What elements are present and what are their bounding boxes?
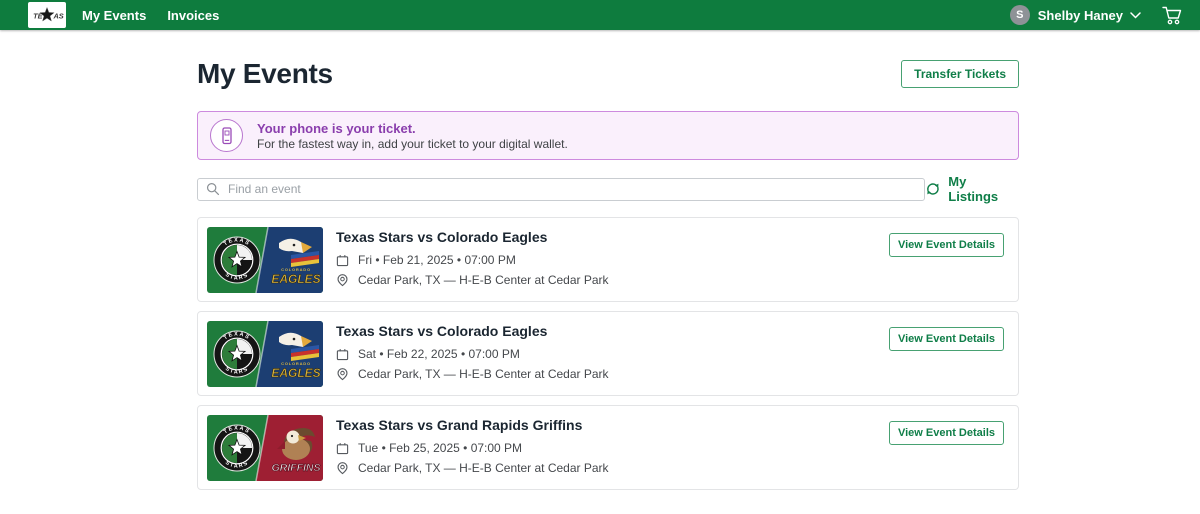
search-input[interactable]: [226, 181, 916, 197]
event-location: Cedar Park, TX — H-E-B Center at Cedar P…: [358, 367, 609, 381]
calendar-icon: [336, 442, 349, 455]
page-header: My Events Transfer Tickets: [197, 58, 1019, 90]
nav-link-invoices[interactable]: Invoices: [167, 8, 219, 23]
event-datetime: Sat • Feb 22, 2025 • 07:00 PM: [358, 347, 520, 361]
svg-text:EAGLES: EAGLES: [271, 366, 320, 380]
wallet-banner: Your phone is your ticket. For the faste…: [197, 111, 1019, 160]
texas-stars-logo-icon: TE AS: [29, 3, 65, 27]
event-card: TEXAS STARS COLORADO EAGL: [197, 217, 1019, 302]
view-event-details-button[interactable]: View Event Details: [889, 327, 1004, 351]
banner-text: Your phone is your ticket. For the faste…: [257, 121, 568, 151]
main-content: My Events Transfer Tickets Your phone is…: [197, 58, 1019, 490]
event-thumbnail-stars-vs-eagles: TEXAS STARS COLORADO EAGL: [207, 227, 323, 293]
event-datetime: Tue • Feb 25, 2025 • 07:00 PM: [358, 441, 522, 455]
event-card: TEXAS STARS COLORADO EAGL: [197, 311, 1019, 396]
event-thumbnail-stars-vs-griffins: TEXAS STARS GRIFFINS: [207, 415, 323, 481]
location-pin-icon: [336, 273, 349, 287]
svg-text:AS: AS: [52, 12, 63, 21]
my-listings-link[interactable]: My Listings: [925, 174, 1019, 204]
svg-text:EAGLES: EAGLES: [271, 272, 320, 286]
location-pin-icon: [336, 367, 349, 381]
chevron-down-icon[interactable]: [1130, 12, 1141, 19]
navbar-right: S Shelby Haney: [1010, 3, 1186, 28]
calendar-icon: [336, 348, 349, 361]
texas-stars-logo[interactable]: TE AS: [28, 2, 66, 28]
event-location: Cedar Park, TX — H-E-B Center at Cedar P…: [358, 461, 609, 475]
banner-title: Your phone is your ticket.: [257, 121, 568, 136]
view-event-details-button[interactable]: View Event Details: [889, 233, 1004, 257]
event-location-row: Cedar Park, TX — H-E-B Center at Cedar P…: [336, 273, 609, 287]
banner-subtitle: For the fastest way in, add your ticket …: [257, 138, 568, 151]
event-datetime: Fri • Feb 21, 2025 • 07:00 PM: [358, 253, 516, 267]
event-info: Texas Stars vs Colorado Eagles Fri • Feb…: [336, 227, 609, 292]
top-navbar: TE AS My Events Invoices S Shelby Haney: [0, 0, 1200, 30]
event-datetime-row: Tue • Feb 25, 2025 • 07:00 PM: [336, 441, 609, 455]
svg-text:GRIFFINS: GRIFFINS: [272, 462, 321, 474]
search-icon: [206, 182, 220, 196]
calendar-icon: [336, 254, 349, 267]
event-list: TEXAS STARS COLORADO EAGL: [197, 217, 1019, 490]
shopping-cart-icon[interactable]: [1159, 3, 1186, 28]
event-datetime-row: Fri • Feb 21, 2025 • 07:00 PM: [336, 253, 609, 267]
event-location: Cedar Park, TX — H-E-B Center at Cedar P…: [358, 273, 609, 287]
phone-ticket-icon: [210, 119, 243, 152]
event-info: Texas Stars vs Colorado Eagles Sat • Feb…: [336, 321, 609, 386]
event-location-row: Cedar Park, TX — H-E-B Center at Cedar P…: [336, 461, 609, 475]
event-card: TEXAS STARS GRIFFINS: [197, 405, 1019, 490]
location-pin-icon: [336, 461, 349, 475]
avatar[interactable]: S: [1010, 5, 1030, 25]
event-location-row: Cedar Park, TX — H-E-B Center at Cedar P…: [336, 367, 609, 381]
event-title: Texas Stars vs Colorado Eagles: [336, 323, 609, 339]
transfer-tickets-button[interactable]: Transfer Tickets: [901, 60, 1019, 88]
event-info: Texas Stars vs Grand Rapids Griffins Tue…: [336, 415, 609, 480]
page-title: My Events: [197, 58, 333, 90]
search-box: [197, 178, 925, 201]
nav-link-my-events[interactable]: My Events: [82, 8, 146, 23]
event-title: Texas Stars vs Grand Rapids Griffins: [336, 417, 609, 433]
user-name[interactable]: Shelby Haney: [1038, 8, 1123, 23]
event-datetime-row: Sat • Feb 22, 2025 • 07:00 PM: [336, 347, 609, 361]
event-title: Texas Stars vs Colorado Eagles: [336, 229, 609, 245]
view-event-details-button[interactable]: View Event Details: [889, 421, 1004, 445]
search-row: My Listings: [197, 174, 1019, 204]
my-listings-label: My Listings: [948, 174, 1019, 204]
event-thumbnail-stars-vs-eagles: TEXAS STARS COLORADO EAGL: [207, 321, 323, 387]
refresh-icon: [925, 181, 941, 197]
